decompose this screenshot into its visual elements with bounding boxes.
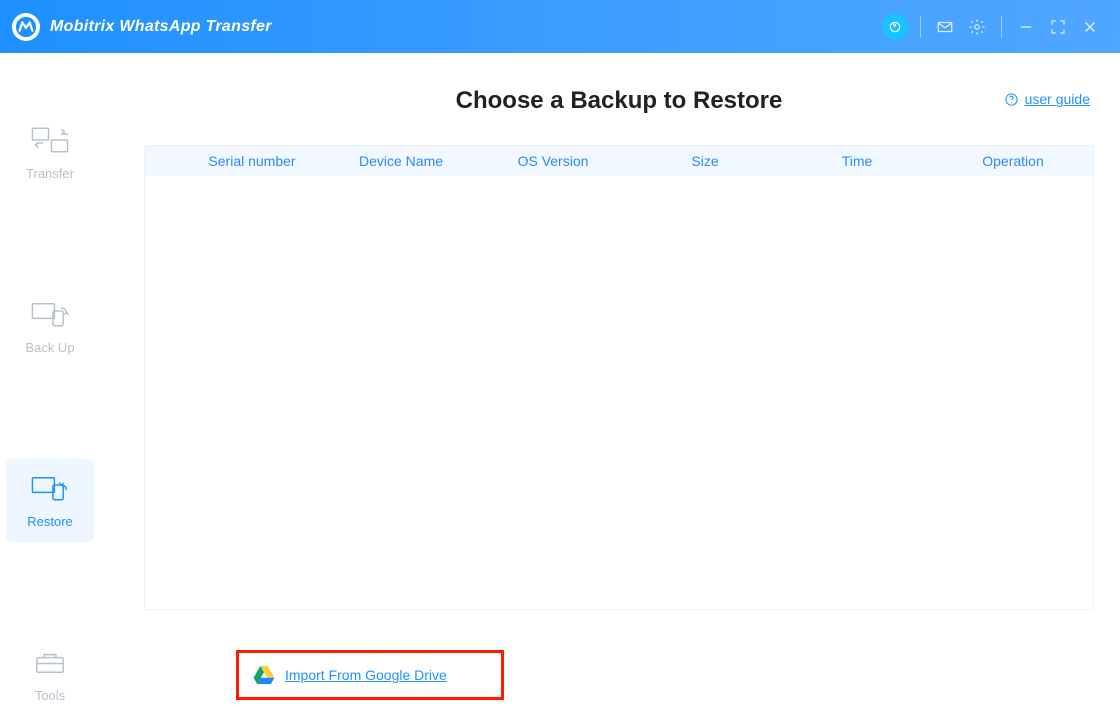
help-icon <box>1004 92 1019 107</box>
sidebar-item-restore[interactable]: Restore <box>6 459 94 543</box>
titlebar: Mobitrix WhatsApp Transfer <box>0 0 1120 53</box>
col-serial-number: Serial number <box>179 153 325 169</box>
sidebar-item-tools[interactable]: Tools <box>6 632 94 716</box>
mail-icon[interactable] <box>929 11 961 43</box>
maximize-icon[interactable] <box>1042 11 1074 43</box>
minimize-icon[interactable] <box>1010 11 1042 43</box>
sidebar-item-label: Back Up <box>25 340 74 355</box>
sidebar-item-label: Tools <box>35 688 65 703</box>
col-device-name: Device Name <box>325 153 477 169</box>
col-os-version: OS Version <box>477 153 629 169</box>
app-logo <box>12 13 40 41</box>
close-icon[interactable] <box>1074 11 1106 43</box>
titlebar-divider <box>1001 16 1002 38</box>
google-drive-icon <box>253 665 275 685</box>
backup-table: Serial number Device Name OS Version Siz… <box>144 145 1094 610</box>
page-title: Choose a Backup to Restore <box>144 87 1094 115</box>
app-title: Mobitrix WhatsApp Transfer <box>50 18 272 36</box>
whatsapp-badge-icon[interactable] <box>882 14 908 40</box>
user-guide-link[interactable]: user guide <box>1004 91 1090 107</box>
col-size: Size <box>629 153 781 169</box>
sidebar-item-label: Restore <box>27 514 73 529</box>
import-gdrive-link[interactable]: Import From Google Drive <box>285 667 447 683</box>
sidebar-item-transfer[interactable]: Transfer <box>6 111 94 195</box>
col-operation: Operation <box>933 153 1093 169</box>
import-gdrive-highlight: Import From Google Drive <box>236 650 504 700</box>
table-header: Serial number Device Name OS Version Siz… <box>145 146 1093 176</box>
col-time: Time <box>781 153 933 169</box>
sidebar-item-backup[interactable]: Back Up <box>6 285 94 369</box>
titlebar-divider <box>920 16 921 38</box>
settings-icon[interactable] <box>961 11 993 43</box>
sidebar: Transfer Back Up Restore <box>0 53 100 716</box>
user-guide-label: user guide <box>1025 91 1090 107</box>
sidebar-item-label: Transfer <box>26 166 74 181</box>
main-panel: Choose a Backup to Restore user guide Se… <box>100 53 1120 716</box>
